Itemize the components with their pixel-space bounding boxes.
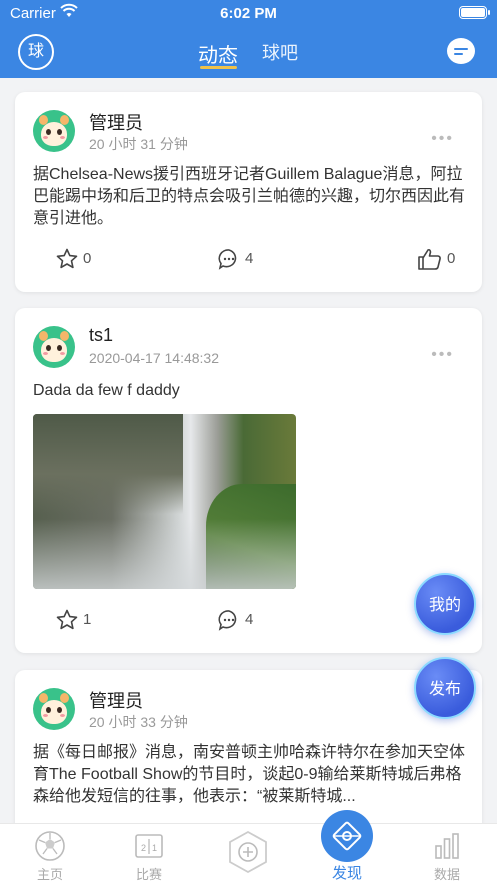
- active-tab-indicator: [200, 66, 237, 69]
- post-author[interactable]: 管理员: [89, 109, 143, 135]
- more-icon[interactable]: •••: [431, 346, 454, 364]
- bottom-tab-bar: 主页 21 比赛 发现 数据: [0, 810, 497, 883]
- post-card[interactable]: ts1 2020-04-17 14:48:32 ••• Dada da few …: [15, 308, 482, 653]
- svg-text:1: 1: [152, 843, 157, 853]
- post-time: 20 小时 31 分钟: [89, 136, 188, 152]
- tab-match-label: 比赛: [135, 867, 162, 882]
- comment-count: 4: [245, 611, 254, 629]
- comment-icon: [218, 610, 237, 631]
- favorite-button[interactable]: 0: [55, 246, 91, 272]
- post-time: 2020-04-17 14:48:32: [89, 350, 219, 366]
- tab-home[interactable]: 主页: [15, 830, 85, 883]
- tab-match[interactable]: 21 比赛: [114, 830, 184, 883]
- scoreboard-icon: 21: [135, 834, 163, 858]
- star-icon: [56, 609, 78, 630]
- my-button[interactable]: 我的: [414, 573, 476, 635]
- like-button[interactable]: 0: [417, 246, 455, 272]
- thumbs-up-icon: [418, 248, 441, 270]
- comment-icon: [218, 249, 237, 270]
- star-icon: [56, 248, 78, 269]
- post-content[interactable]: 据《每日邮报》消息，南安普顿主帅哈森许特尔在参加天空体育The Football…: [33, 742, 466, 808]
- tab-add[interactable]: [213, 830, 283, 876]
- more-icon[interactable]: •••: [431, 130, 454, 148]
- post-author[interactable]: ts1: [89, 325, 113, 346]
- post-time: 20 小时 33 分钟: [89, 714, 188, 730]
- post-author[interactable]: 管理员: [89, 687, 143, 713]
- message-icon[interactable]: [447, 38, 475, 64]
- add-hexagon-icon: [229, 830, 267, 874]
- post-content[interactable]: Dada da few f daddy: [33, 380, 466, 402]
- logo-button[interactable]: 球: [18, 34, 54, 70]
- favorite-button[interactable]: 1: [55, 607, 91, 633]
- bar-chart-icon: [435, 833, 459, 859]
- football-icon: [35, 831, 65, 861]
- avatar[interactable]: [33, 326, 75, 368]
- avatar[interactable]: [33, 688, 75, 730]
- favorite-count: 0: [83, 250, 92, 268]
- discover-icon[interactable]: [321, 810, 373, 862]
- tab-discover[interactable]: 发现: [312, 862, 382, 883]
- publish-button[interactable]: 发布: [414, 657, 476, 719]
- app-header: Carrier 6:02 PM 球 动态 球吧: [0, 0, 497, 78]
- post-actions: 1 4: [15, 607, 482, 633]
- post-card[interactable]: 管理员 20 小时 33 分钟 据《每日邮报》消息，南安普顿主帅哈森许特尔在参加…: [15, 670, 482, 840]
- avatar[interactable]: [33, 110, 75, 152]
- battery-icon: [459, 6, 490, 19]
- tab-home-label: 主页: [36, 867, 63, 882]
- tab-dynamics[interactable]: 动态: [198, 39, 238, 68]
- tab-data[interactable]: 数据: [412, 830, 482, 883]
- clock: 6:02 PM: [220, 5, 277, 22]
- tab-data-label: 数据: [433, 867, 460, 882]
- post-image[interactable]: [33, 414, 296, 589]
- comment-button[interactable]: 4: [217, 607, 253, 633]
- status-bar: Carrier 6:02 PM: [0, 0, 497, 26]
- favorite-count: 1: [83, 611, 92, 629]
- comment-count: 4: [245, 250, 254, 268]
- comment-button[interactable]: 4: [217, 246, 253, 272]
- like-count: 0: [447, 250, 456, 268]
- tab-discover-label: 发现: [331, 865, 362, 882]
- svg-text:2: 2: [141, 843, 146, 853]
- post-actions: 0 4 0: [15, 246, 482, 272]
- tab-forum[interactable]: 球吧: [262, 39, 298, 65]
- post-content[interactable]: 据Chelsea-News援引西班牙记者Guillem Balague消息，阿拉…: [33, 164, 466, 230]
- post-card[interactable]: 管理员 20 小时 31 分钟 ••• 据Chelsea-News援引西班牙记者…: [15, 92, 482, 292]
